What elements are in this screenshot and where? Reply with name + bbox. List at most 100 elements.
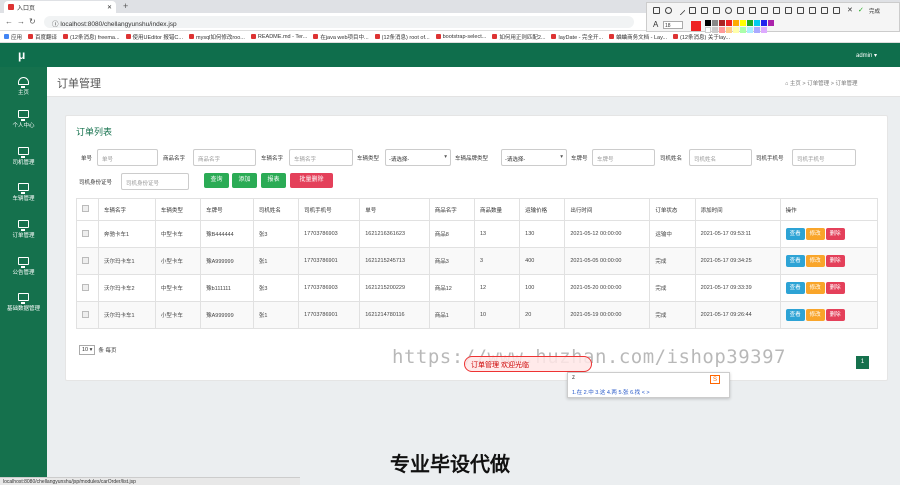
pagination-current-page[interactable]: 1 xyxy=(856,356,869,369)
color-lightgray[interactable] xyxy=(712,27,718,33)
view-button[interactable]: 查看 xyxy=(785,282,805,294)
bookmark-item[interactable]: bootstrap-select... xyxy=(435,34,486,40)
row-checkbox[interactable] xyxy=(82,229,89,237)
row-checkbox[interactable] xyxy=(82,256,89,264)
vehicle-brand-select[interactable]: -请选择- xyxy=(501,149,567,166)
row-checkbox[interactable] xyxy=(82,310,89,318)
eraser-icon[interactable] xyxy=(761,7,768,14)
mosaic-tool-icon[interactable] xyxy=(713,7,720,14)
row-checkbox[interactable] xyxy=(82,283,89,291)
sidebar-item[interactable]: 订单管理 xyxy=(0,220,47,239)
user-menu[interactable]: admin ▾ xyxy=(856,52,877,59)
delete-button[interactable]: 删除 xyxy=(825,228,845,240)
color-pink[interactable] xyxy=(719,27,725,33)
sidebar-item[interactable]: 主页 xyxy=(0,77,47,96)
reload-icon[interactable]: ↻ xyxy=(29,17,36,26)
forward-icon[interactable]: → xyxy=(17,17,25,26)
color-lightblue[interactable] xyxy=(754,27,760,33)
color-lightcyan[interactable] xyxy=(747,27,753,33)
color-darkred[interactable] xyxy=(719,20,725,26)
color-blue[interactable] xyxy=(761,20,767,26)
bookmark-item[interactable]: layDate - 完全开... xyxy=(551,33,603,41)
ime-candidates[interactable]: 1.在 2.中 3.这 4.两 5.张 6.找 < > xyxy=(572,388,650,396)
color-black[interactable] xyxy=(705,20,711,26)
rectangle-tool-icon[interactable] xyxy=(653,7,660,14)
color-red[interactable] xyxy=(726,20,732,26)
bookmark-item[interactable]: 使用UEditor 报错C... xyxy=(125,33,183,41)
table-row[interactable]: 沃尔玛卡车1 小型卡车 豫A999999 张1 17703786901 162121524… xyxy=(76,247,879,275)
bookmark-item[interactable]: 如何用正则匹配2... xyxy=(492,33,545,41)
save-icon[interactable] xyxy=(821,7,828,14)
table-row[interactable]: 沃尔玛卡车1 小型卡车 豫A999999 张1 17703786901 162121478… xyxy=(76,301,879,329)
bookmark-item[interactable]: README.md - Ter... xyxy=(250,34,307,40)
search-button[interactable]: 查询 xyxy=(204,173,229,188)
order-no-input[interactable]: 单号 xyxy=(97,149,158,166)
driver-phone-input[interactable]: 司机手机号 xyxy=(792,149,856,166)
color-yellow[interactable] xyxy=(740,20,746,26)
bookmark-item[interactable]: (12条消息) 关于lay... xyxy=(673,33,730,41)
color-peach[interactable] xyxy=(726,27,732,33)
color-lightyellow[interactable] xyxy=(733,27,739,33)
number-tool-icon[interactable] xyxy=(725,7,732,14)
color-lightgreen[interactable] xyxy=(740,27,746,33)
vehicle-type-select[interactable]: -请选择- xyxy=(385,149,451,166)
driver-name-input[interactable]: 司机姓名 xyxy=(689,149,752,166)
delete-button[interactable]: 删除 xyxy=(825,282,845,294)
driver-idcard-input[interactable]: 司机身份证号 xyxy=(121,173,189,190)
color-lavender[interactable] xyxy=(761,27,767,33)
back-icon[interactable]: ← xyxy=(5,17,13,26)
font-size-select[interactable]: 18 xyxy=(663,21,683,29)
sidebar-item[interactable]: 车辆管理 xyxy=(0,183,47,202)
batch-delete-button[interactable]: 批量删除 xyxy=(290,173,333,188)
crop-icon[interactable] xyxy=(773,7,780,14)
cancel-icon[interactable]: ✕ xyxy=(847,6,853,14)
view-button[interactable]: 查看 xyxy=(785,228,805,240)
new-tab-button[interactable]: + xyxy=(123,1,128,11)
copy-icon[interactable] xyxy=(809,7,816,14)
delete-button[interactable]: 删除 xyxy=(825,255,845,267)
sidebar-item[interactable]: 司机管理 xyxy=(0,147,47,166)
tab-close-icon[interactable]: ✕ xyxy=(107,4,112,11)
done-button[interactable]: 完成 xyxy=(869,7,880,15)
pin-icon[interactable] xyxy=(797,7,804,14)
table-row[interactable]: 沃尔玛卡车2 中型卡车 豫b111111 张3 17703786903 162121520… xyxy=(76,274,879,302)
color-orange[interactable] xyxy=(733,20,739,26)
edit-button[interactable]: 修改 xyxy=(805,255,825,267)
browser-tab[interactable]: 入口页 ✕ xyxy=(4,1,116,13)
page-size-select[interactable]: 10 ▾ xyxy=(79,345,96,355)
sidebar-item[interactable]: 基础数据管理 xyxy=(0,293,47,312)
vehicle-name-input[interactable]: 车辆名字 xyxy=(289,149,353,166)
color-cyan[interactable] xyxy=(754,20,760,26)
goods-name-input[interactable]: 商品名字 xyxy=(193,149,256,166)
undo-icon[interactable] xyxy=(737,7,744,14)
sidebar-item[interactable]: 公告管理 xyxy=(0,257,47,276)
edit-button[interactable]: 修改 xyxy=(805,309,825,321)
add-button[interactable]: 添加 xyxy=(232,173,257,188)
line-tool-icon[interactable] xyxy=(675,5,686,16)
view-button[interactable]: 查看 xyxy=(785,255,805,267)
view-button[interactable]: 查看 xyxy=(785,309,805,321)
ellipse-tool-icon[interactable] xyxy=(665,7,672,14)
select-all-checkbox[interactable] xyxy=(82,205,89,212)
plate-number-input[interactable]: 车牌号 xyxy=(592,149,655,166)
bookmark-item[interactable]: 百度翻译 xyxy=(28,33,57,41)
color-gray[interactable] xyxy=(712,20,718,26)
bookmark-item[interactable]: mysql如何修改roo... xyxy=(188,33,245,41)
edit-button[interactable]: 修改 xyxy=(805,228,825,240)
bookmark-item[interactable]: (12条消息) root of... xyxy=(374,33,430,41)
bookmark-item[interactable]: 蛐蛐商务文档 - Lay... xyxy=(609,33,667,41)
pen-tool-icon[interactable] xyxy=(689,7,696,14)
bookmark-item[interactable]: (12条消息) freema... xyxy=(63,33,120,41)
color-purple[interactable] xyxy=(768,20,774,26)
text-tool-icon[interactable] xyxy=(785,7,792,14)
address-bar[interactable]: ⓘ localhost:8080/chellangyunshu/index.js… xyxy=(44,16,634,28)
report-button[interactable]: 报表 xyxy=(261,173,286,188)
color-white[interactable] xyxy=(705,27,711,33)
bookmark-item[interactable]: 应用 xyxy=(4,33,22,41)
color-green[interactable] xyxy=(747,20,753,26)
marker-tool-icon[interactable] xyxy=(701,7,708,14)
delete-button[interactable]: 删除 xyxy=(825,309,845,321)
table-row[interactable]: 奔驰卡车1 中型卡车 豫B444444 张3 17703786903 1621216361… xyxy=(76,220,879,248)
share-icon[interactable] xyxy=(833,7,840,14)
confirm-icon[interactable]: ✓ xyxy=(858,6,864,14)
